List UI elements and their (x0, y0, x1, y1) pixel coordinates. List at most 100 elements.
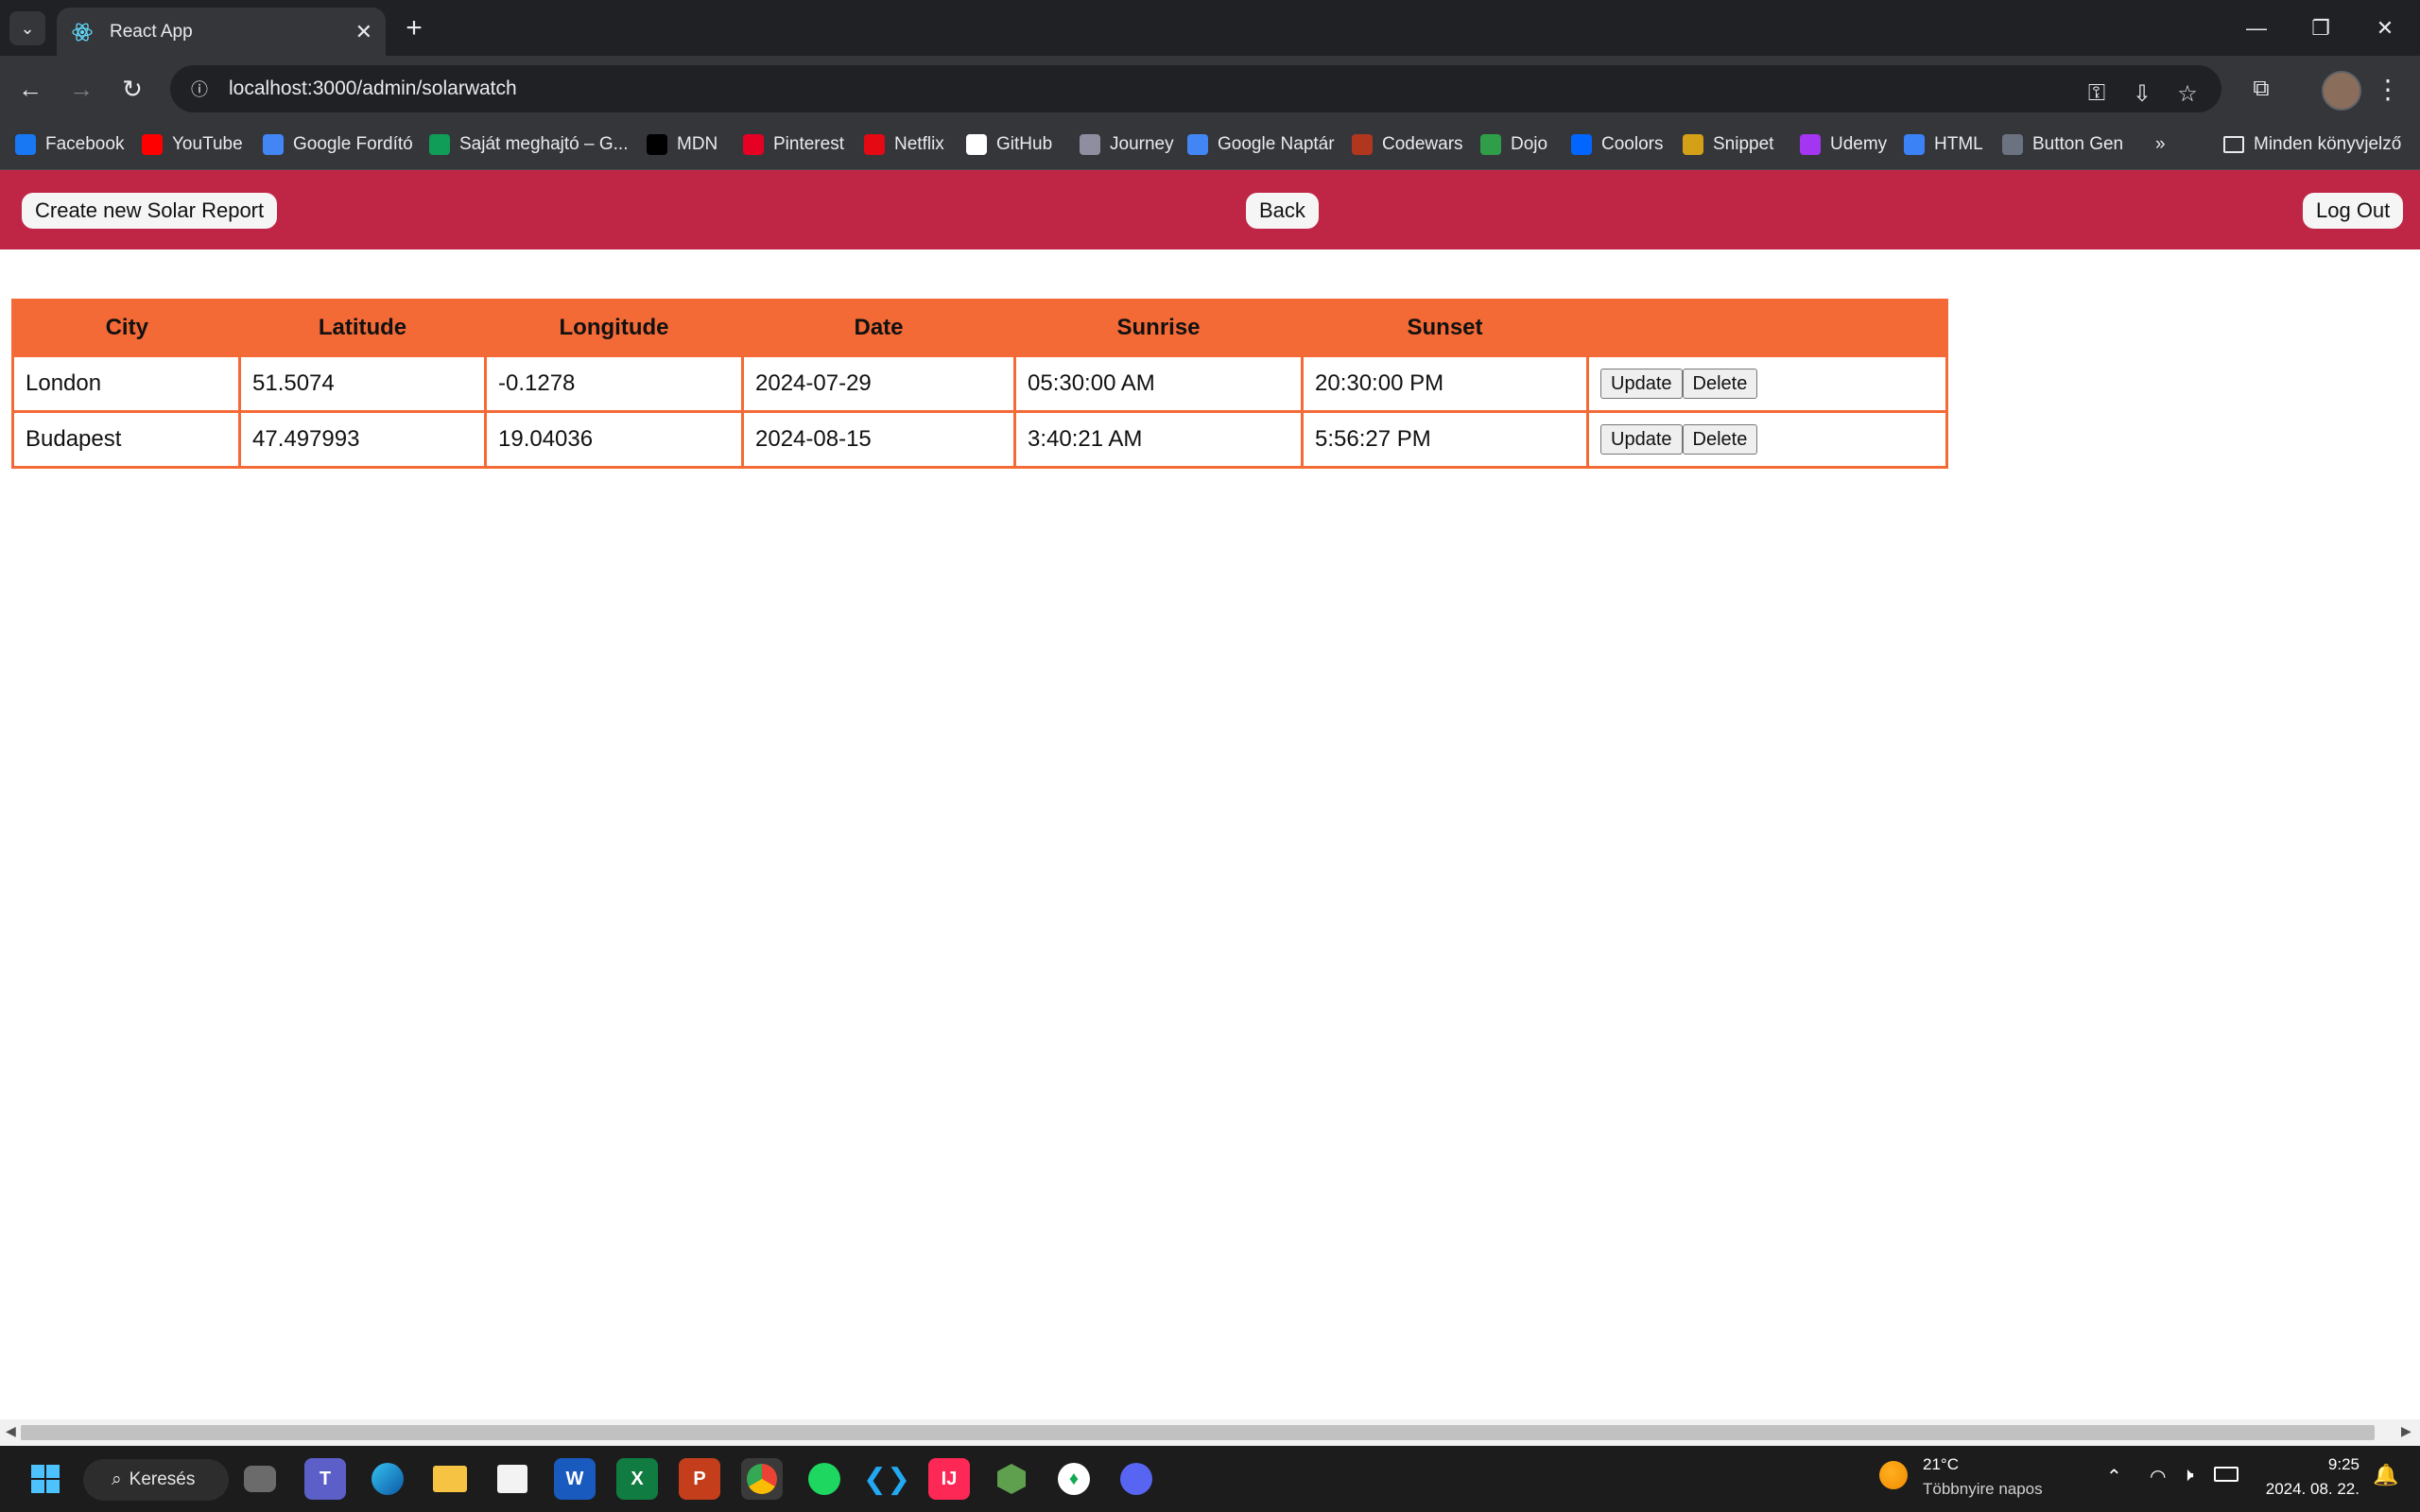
create-solar-report-button[interactable]: Create new Solar Report (22, 193, 278, 229)
tab-title: React App (110, 21, 193, 42)
logout-button[interactable]: Log Out (2303, 193, 2404, 229)
bookmark-codewars[interactable]: Codewars (1352, 129, 1463, 160)
bookmark-label: Button Gen (2032, 134, 2124, 154)
spotify-icon[interactable] (804, 1458, 845, 1500)
bookmark-mdn[interactable]: MDN (647, 129, 717, 160)
taskbar-search[interactable]: ⌕ Keresés (83, 1459, 229, 1501)
bookmark-label: GitHub (996, 134, 1053, 154)
intellij-icon[interactable]: IJ (928, 1458, 970, 1500)
powerpoint-icon[interactable]: P (679, 1458, 720, 1500)
weather-description[interactable]: Többnyire napos (1923, 1480, 2043, 1499)
extensions-icon[interactable]: ⧉ (2240, 68, 2282, 110)
bookmark-button-gen[interactable]: Button Gen (2002, 129, 2123, 160)
browser-menu-icon[interactable]: ⋮ (2369, 68, 2407, 110)
windows-taskbar: ⌕ Keresés T W X P ❮❯ IJ ♦ 21°C Többnyire… (0, 1446, 2420, 1512)
bookmark-coolors[interactable]: Coolors (1571, 129, 1663, 160)
clock-time[interactable]: 9:25 (2322, 1455, 2360, 1474)
bookmark-github[interactable]: GitHub (966, 129, 1052, 160)
bookmark-star-icon[interactable]: ☆ (2169, 75, 2206, 112)
url-text[interactable]: localhost:3000/admin/solarwatch (229, 77, 517, 100)
close-tab-icon[interactable]: ✕ (355, 20, 372, 44)
weather-temperature[interactable]: 21°C (1923, 1455, 1959, 1474)
horizontal-scrollbar[interactable]: ◀ ▶ (0, 1419, 2420, 1446)
google-calendar-icon (1187, 134, 1208, 155)
bookmark-netflix[interactable]: Netflix (864, 129, 944, 160)
bookmarks-overflow-button[interactable]: » (2155, 129, 2166, 160)
password-key-icon[interactable]: ⚿ (2078, 75, 2116, 112)
update-button[interactable]: Update (1600, 424, 1683, 455)
bookmark-label: Codewars (1382, 134, 1463, 154)
react-icon (70, 20, 95, 44)
notification-bell-icon[interactable]: 🔔 (2373, 1463, 2398, 1487)
delete-button[interactable]: Delete (1682, 424, 1758, 455)
bookmark-google-fordító[interactable]: Google Fordító (263, 129, 413, 160)
restore-window-icon[interactable]: ❐ (2291, 8, 2350, 49)
delete-button[interactable]: Delete (1682, 369, 1758, 399)
bookmark-udemy[interactable]: Udemy (1800, 129, 1887, 160)
microsoft-store-icon[interactable] (492, 1458, 533, 1500)
column-header-actions (1587, 300, 1947, 356)
cell-actions: Update Delete (1586, 410, 1948, 469)
scroll-right-icon[interactable]: ▶ (2401, 1423, 2411, 1439)
bookmark-label: HTML (1934, 134, 1983, 154)
bookmark-youtube[interactable]: YouTube (142, 129, 243, 160)
minimize-window-icon[interactable]: — (2227, 8, 2286, 49)
file-explorer-icon[interactable] (429, 1458, 471, 1500)
bookmark-snippet[interactable]: Snippet (1683, 129, 1773, 160)
vscode-icon[interactable]: ❮❯ (863, 1458, 910, 1500)
cell-city: Budapest (11, 410, 241, 469)
bookmark-saját-meghajtó-g[interactable]: Saját meghajtó – G... (429, 129, 629, 160)
scrollbar-thumb[interactable] (21, 1425, 2375, 1440)
all-bookmarks-label: Minden könyvjelző (2254, 134, 2402, 154)
profile-avatar[interactable] (2322, 71, 2361, 111)
cell-sunrise: 3:40:21 AM (1013, 410, 1304, 469)
button-gen-icon (2002, 134, 2023, 155)
bookmark-dojo[interactable]: Dojo (1480, 129, 1547, 160)
site-info-icon[interactable]: ⓘ (183, 73, 216, 105)
weather-icon[interactable] (1879, 1461, 1908, 1489)
reload-icon[interactable]: ↻ (112, 68, 153, 110)
bookmark-label: Netflix (894, 134, 944, 154)
new-tab-button[interactable]: + (397, 11, 431, 45)
windows-start-icon[interactable] (25, 1458, 66, 1500)
word-icon[interactable]: W (554, 1458, 596, 1500)
speaker-muted-icon[interactable]: 🕨 (2182, 1465, 2194, 1486)
wifi-icon[interactable]: ◠ (2150, 1465, 2166, 1488)
clock-date[interactable]: 2024. 08. 22. (2263, 1480, 2360, 1499)
close-window-icon[interactable]: ✕ (2356, 8, 2414, 49)
address-bar[interactable]: ⓘ localhost:3000/admin/solarwatch ⚿ ⇩ ☆ (170, 65, 2221, 112)
discord-icon[interactable] (1115, 1458, 1157, 1500)
chrome-icon[interactable] (741, 1458, 783, 1500)
task-view-icon[interactable] (244, 1466, 276, 1492)
back-nav-icon[interactable]: ← (9, 68, 51, 110)
table-header-row: City Latitude Longitude Date Sunrise Sun… (12, 300, 1947, 356)
excel-icon[interactable]: X (616, 1458, 658, 1500)
browser-toolbar: ← → ↻ ⓘ localhost:3000/admin/solarwatch … (0, 56, 2420, 122)
forward-nav-icon[interactable]: → (60, 68, 102, 110)
chevron-up-icon[interactable]: ⌃ (2106, 1465, 2122, 1488)
bookmark-html[interactable]: HTML (1904, 129, 1983, 160)
update-button[interactable]: Update (1600, 369, 1683, 399)
mongodb-icon[interactable]: ♦ (1053, 1458, 1095, 1500)
dojo-icon (1480, 134, 1501, 155)
back-button[interactable]: Back (1246, 193, 1319, 229)
browser-tab[interactable]: React App ✕ (57, 8, 386, 56)
pinterest-icon (743, 134, 764, 155)
scroll-left-icon[interactable]: ◀ (6, 1423, 16, 1439)
search-icon: ⌕ (112, 1469, 122, 1489)
install-app-icon[interactable]: ⇩ (2123, 75, 2161, 112)
nodejs-icon[interactable] (991, 1458, 1032, 1500)
all-bookmarks-folder[interactable]: Minden könyvjelző (2223, 129, 2401, 160)
netflix-icon (864, 134, 885, 155)
battery-icon[interactable] (2214, 1467, 2238, 1482)
bookmark-google-naptár[interactable]: Google Naptár (1187, 129, 1335, 160)
udemy-icon (1800, 134, 1821, 155)
edge-icon[interactable] (367, 1458, 408, 1500)
tab-search-dropdown[interactable]: ⌄ (9, 11, 45, 45)
bookmark-label: Snippet (1713, 134, 1774, 154)
bookmark-facebook[interactable]: Facebook (15, 129, 124, 160)
teams-icon[interactable]: T (304, 1458, 346, 1500)
bookmark-journey[interactable]: Journey (1080, 129, 1174, 160)
bookmark-label: Dojo (1511, 134, 1548, 154)
bookmark-pinterest[interactable]: Pinterest (743, 129, 844, 160)
